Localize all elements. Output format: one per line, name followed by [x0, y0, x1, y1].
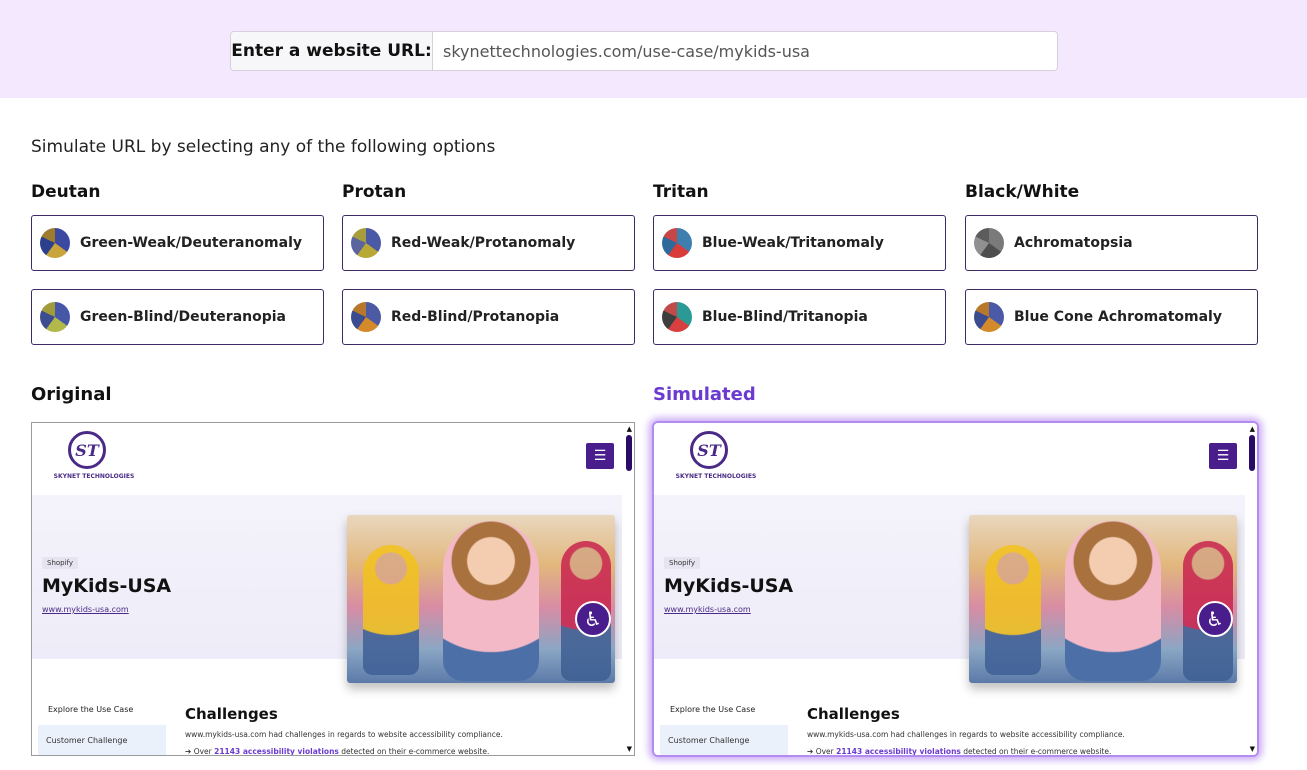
logo-mark: ST — [690, 431, 728, 469]
group-heading-deutan: Deutan — [31, 182, 101, 202]
challenges-bullet: ➔ Over 21143 accessibility violations de… — [807, 747, 1112, 756]
violations-link[interactable]: 21143 accessibility violations — [836, 747, 961, 755]
option-label: Blue-Weak/Tritanomaly — [702, 235, 884, 251]
logo-text: SKYNET TECHNOLOGIES — [675, 473, 757, 480]
accessibility-icon[interactable]: ♿ — [575, 601, 611, 637]
scroll-up-icon[interactable]: ▲ — [627, 425, 632, 433]
option-blue-blind[interactable]: Blue-Blind/Tritanopia — [653, 289, 946, 345]
scroll-down-icon[interactable]: ▼ — [1250, 745, 1255, 753]
logo-mark: ST — [68, 431, 106, 469]
pie-chart-icon — [974, 302, 1004, 332]
use-case-sidebar: Explore the Use Case Customer Challenge — [32, 659, 177, 755]
bullet-suffix: detected on their e-commerce website. — [338, 747, 490, 756]
top-bar: Enter a website URL: — [0, 0, 1307, 98]
option-green-blind[interactable]: Green-Blind/Deuteranopia — [31, 289, 324, 345]
use-case-sidebar: Explore the Use Case Customer Challenge — [654, 659, 799, 755]
challenges-bullet: ➔ Over 21143 accessibility violations de… — [185, 747, 490, 756]
option-label: Red-Weak/Protanomaly — [391, 235, 576, 251]
group-heading-protan: Protan — [342, 182, 407, 202]
scroll-thumb[interactable] — [626, 435, 632, 471]
option-label: Green-Weak/Deuteranomaly — [80, 235, 303, 251]
site-link[interactable]: www.mykids-usa.com — [664, 605, 751, 614]
accessibility-icon[interactable]: ♿ — [1197, 601, 1233, 637]
simulated-preview-frame[interactable]: ST SKYNET TECHNOLOGIES ☰ Shopify MyKids-… — [652, 421, 1259, 757]
site-link[interactable]: www.mykids-usa.com — [42, 605, 129, 614]
option-label: Red-Blind/Protanopia — [391, 309, 560, 325]
sidebar-item-customer-challenge[interactable]: Customer Challenge — [660, 725, 788, 755]
logo-text: SKYNET TECHNOLOGIES — [53, 473, 135, 480]
scroll-up-icon[interactable]: ▲ — [1250, 425, 1255, 433]
group-heading-black-white: Black/White — [965, 182, 1080, 202]
option-label: Achromatopsia — [1014, 235, 1133, 251]
original-heading: Original — [31, 384, 112, 405]
platform-tag: Shopify — [42, 557, 79, 569]
site-title: MyKids-USA — [42, 575, 172, 597]
site-title: MyKids-USA — [664, 575, 794, 597]
skynet-logo[interactable]: ST SKYNET TECHNOLOGIES — [668, 431, 764, 491]
bullet-prefix: Over — [815, 747, 837, 756]
pie-chart-icon — [40, 302, 70, 332]
group-heading-tritan: Tritan — [653, 182, 709, 202]
arrow-icon: ➔ — [807, 747, 814, 756]
photo-kid-left — [985, 545, 1041, 675]
scroll-down-icon[interactable]: ▼ — [627, 745, 632, 753]
option-red-weak[interactable]: Red-Weak/Protanomaly — [342, 215, 635, 271]
hamburger-menu-icon[interactable]: ☰ — [1209, 443, 1237, 469]
url-label: Enter a website URL: — [231, 32, 433, 70]
photo-kid-left — [363, 545, 419, 675]
pie-chart-icon — [40, 228, 70, 258]
photo-girl — [1065, 521, 1161, 681]
challenges-text: www.mykids-usa.com had challenges in reg… — [185, 730, 503, 739]
original-preview-frame[interactable]: ST SKYNET TECHNOLOGIES ☰ Shopify MyKids-… — [31, 422, 635, 756]
pie-chart-icon — [974, 228, 1004, 258]
preview-header: ST SKYNET TECHNOLOGIES ☰ — [32, 423, 634, 495]
url-input[interactable] — [433, 32, 1057, 70]
arrow-icon: ➔ — [185, 747, 192, 756]
challenges-heading: Challenges — [185, 705, 278, 723]
challenges-text: www.mykids-usa.com had challenges in reg… — [807, 730, 1125, 739]
simulated-heading: Simulated — [653, 384, 756, 405]
hamburger-menu-icon[interactable]: ☰ — [586, 443, 614, 469]
hero-section: Shopify MyKids-USA www.mykids-usa.com ♿ — [32, 495, 624, 683]
option-blue-weak[interactable]: Blue-Weak/Tritanomaly — [653, 215, 946, 271]
option-achromatopsia[interactable]: Achromatopsia — [965, 215, 1258, 271]
hero-section: Shopify MyKids-USA www.mykids-usa.com ♿ — [654, 495, 1246, 683]
scrollbar[interactable]: ▲ ▼ — [622, 423, 634, 755]
option-label: Blue Cone Achromatomaly — [1014, 309, 1222, 325]
scroll-thumb[interactable] — [1249, 435, 1255, 471]
hero-photo: ♿ — [347, 515, 615, 683]
platform-tag: Shopify — [664, 557, 701, 569]
hero-photo: ♿ — [969, 515, 1237, 683]
option-red-blind[interactable]: Red-Blind/Protanopia — [342, 289, 635, 345]
url-field-group: Enter a website URL: — [230, 31, 1058, 71]
option-green-weak[interactable]: Green-Weak/Deuteranomaly — [31, 215, 324, 271]
option-blue-cone-achromatomaly[interactable]: Blue Cone Achromatomaly — [965, 289, 1258, 345]
option-label: Green-Blind/Deuteranopia — [80, 309, 287, 325]
skynet-logo[interactable]: ST SKYNET TECHNOLOGIES — [46, 431, 142, 491]
sidebar-item-customer-challenge[interactable]: Customer Challenge — [38, 725, 166, 755]
option-label: Blue-Blind/Tritanopia — [702, 309, 868, 325]
bullet-prefix: Over — [193, 747, 215, 756]
sidebar-title: Explore the Use Case — [670, 705, 756, 714]
instructions-text: Simulate URL by selecting any of the fol… — [31, 137, 496, 157]
pie-chart-icon — [662, 228, 692, 258]
challenges-heading: Challenges — [807, 705, 900, 723]
photo-girl — [443, 521, 539, 681]
violations-link[interactable]: 21143 accessibility violations — [214, 747, 339, 755]
pie-chart-icon — [662, 302, 692, 332]
preview-header: ST SKYNET TECHNOLOGIES ☰ — [654, 423, 1257, 495]
bullet-suffix: detected on their e-commerce website. — [960, 747, 1112, 756]
sidebar-title: Explore the Use Case — [48, 705, 134, 714]
pie-chart-icon — [351, 302, 381, 332]
scrollbar[interactable]: ▲ ▼ — [1245, 423, 1257, 755]
pie-chart-icon — [351, 228, 381, 258]
